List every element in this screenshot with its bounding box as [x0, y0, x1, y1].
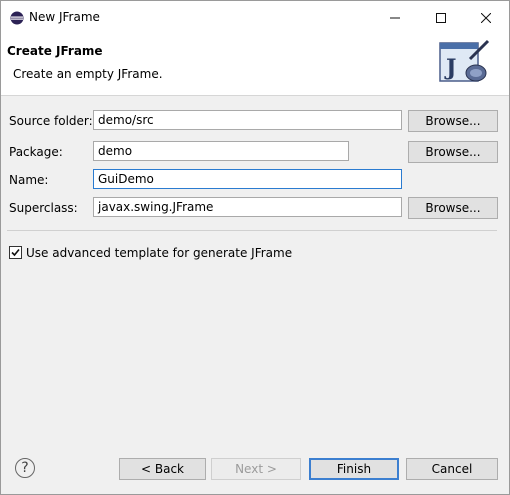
minimize-button[interactable]: [372, 1, 418, 34]
back-button[interactable]: < Back: [119, 458, 206, 480]
close-button[interactable]: [463, 1, 509, 34]
next-button[interactable]: Next >: [211, 458, 301, 480]
window-title: New JFrame: [29, 10, 100, 24]
source-folder-browse-button[interactable]: Browse...: [408, 110, 498, 132]
java-bean-icon: J: [439, 39, 490, 82]
source-folder-label: Source folder:: [9, 114, 93, 128]
advanced-template-checkbox[interactable]: [9, 246, 22, 259]
package-label: Package:: [9, 145, 63, 159]
package-field[interactable]: demo: [93, 141, 349, 161]
checkmark-icon: [11, 248, 20, 257]
name-label: Name:: [9, 173, 49, 187]
eclipse-icon: [10, 11, 24, 25]
superclass-field[interactable]: javax.swing.JFrame: [93, 197, 402, 217]
title-bar: New JFrame: [1, 1, 509, 34]
help-icon[interactable]: ?: [15, 458, 35, 478]
page-title: Create JFrame: [7, 44, 103, 58]
superclass-browse-button[interactable]: Browse...: [408, 197, 498, 219]
advanced-template-label[interactable]: Use advanced template for generate JFram…: [26, 246, 292, 260]
maximize-button[interactable]: [418, 1, 464, 34]
package-browse-button[interactable]: Browse...: [408, 141, 498, 163]
maximize-icon: [436, 12, 446, 23]
superclass-label: Superclass:: [9, 201, 78, 215]
close-icon: [481, 12, 491, 23]
separator: [7, 230, 497, 231]
page-description: Create an empty JFrame.: [13, 67, 163, 81]
source-folder-field[interactable]: demo/src: [93, 110, 402, 130]
new-jframe-dialog: New JFrame Create JFrame Create an empty…: [0, 0, 510, 495]
cancel-button[interactable]: Cancel: [406, 458, 498, 480]
name-field[interactable]: GuiDemo: [93, 169, 402, 189]
header-banner: Create JFrame Create an empty JFrame. J: [1, 34, 509, 96]
svg-text:J: J: [444, 55, 456, 81]
minimize-icon: [390, 17, 400, 18]
finish-button[interactable]: Finish: [309, 458, 399, 480]
